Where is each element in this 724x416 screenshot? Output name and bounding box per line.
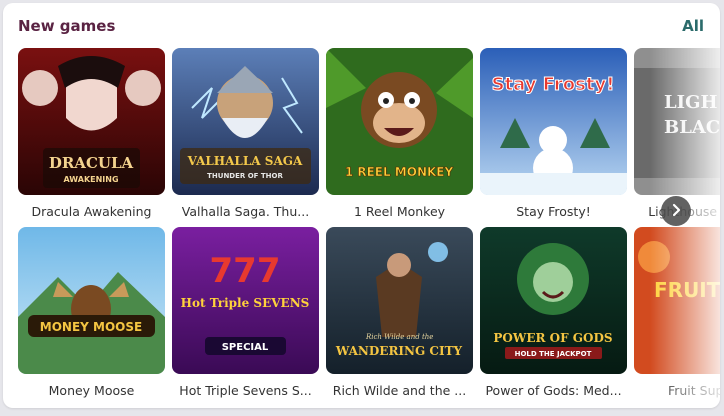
game-title: Money Moose [48,383,135,398]
game-thumbnail[interactable]: Stay Frosty! [480,48,627,195]
game-thumbnail[interactable]: LIGH BLAC [634,48,720,195]
svg-text:Stay Frosty!: Stay Frosty! [492,74,615,95]
game-title: Fruit Super... [667,383,720,398]
svg-text:WANDERING CITY: WANDERING CITY [335,344,463,358]
game-title: Hot Triple Sevens S... [179,383,312,398]
chevron-right-icon [669,202,683,221]
game-thumbnail[interactable]: Rich Wilde and the WANDERING CITY [326,227,473,374]
svg-text:777: 777 [210,251,281,291]
game-thumbnail[interactable]: POWER OF GODS HOLD THE JACKPOT [480,227,627,374]
svg-text:Hot Triple SEVENS: Hot Triple SEVENS [181,296,310,310]
game-title: Valhalla Saga. Thu... [181,204,310,219]
svg-text:POWER OF GODS: POWER OF GODS [493,331,612,345]
svg-text:LIGH: LIGH [664,92,717,113]
svg-text:1 REEL MONKEY: 1 REEL MONKEY [345,165,454,179]
svg-text:DRACULA: DRACULA [49,154,134,172]
game-thumbnail[interactable]: MONEY MOOSE [18,227,165,374]
game-tile-1-reel-monkey[interactable]: 1 REEL MONKEY 1 Reel Monkey [326,48,473,219]
section-title: New games [18,17,116,35]
game-tile-hot-triple-sevens[interactable]: 777 Hot Triple SEVENS SPECIAL Hot Triple… [172,227,319,398]
game-title: Dracula Awakening [31,204,152,219]
game-tile-lighthouse[interactable]: LIGH BLAC Lighthouse Black... [634,48,720,219]
svg-text:BLAC: BLAC [664,117,720,138]
svg-text:SPECIAL: SPECIAL [222,342,269,353]
game-title: 1 Reel Monkey [353,204,446,219]
svg-text:HOLD THE JACKPOT: HOLD THE JACKPOT [515,350,592,358]
game-tile-rich-wilde[interactable]: Rich Wilde and the WANDERING CITY Rich W… [326,227,473,398]
svg-text:FRUIT: FRUIT [654,278,720,302]
carousel-next-button[interactable] [661,196,691,226]
svg-text:AWAKENING: AWAKENING [63,175,118,184]
svg-text:VALHALLA SAGA: VALHALLA SAGA [187,154,303,168]
game-tile-fruit-super[interactable]: FRUIT Fruit Super... [634,227,720,398]
game-thumbnail[interactable]: DRACULA AWAKENING [18,48,165,195]
game-thumbnail[interactable]: 1 REEL MONKEY [326,48,473,195]
new-games-section: New games All DRACULA AWAKENING Dracula … [3,3,720,408]
svg-text:THUNDER OF THOR: THUNDER OF THOR [207,172,283,180]
game-thumbnail[interactable]: FRUIT [634,227,720,374]
svg-text:Rich Wilde and the: Rich Wilde and the [365,333,433,341]
game-tile-power-of-gods[interactable]: POWER OF GODS HOLD THE JACKPOT Power of … [480,227,627,398]
game-title: Rich Wilde and the ... [332,383,467,398]
game-tile-stay-frosty[interactable]: Stay Frosty! Stay Frosty! [480,48,627,219]
game-tile-valhalla-saga[interactable]: VALHALLA SAGA THUNDER OF THOR Valhalla S… [172,48,319,219]
game-title: Power of Gods: Med... [485,383,622,398]
game-thumbnail[interactable]: 777 Hot Triple SEVENS SPECIAL [172,227,319,374]
all-games-link[interactable]: All [682,17,704,35]
game-tile-dracula-awakening[interactable]: DRACULA AWAKENING Dracula Awakening [18,48,165,219]
svg-text:MONEY MOOSE: MONEY MOOSE [40,320,142,334]
game-tile-money-moose[interactable]: MONEY MOOSE Money Moose [18,227,165,398]
game-thumbnail[interactable]: VALHALLA SAGA THUNDER OF THOR [172,48,319,195]
game-title: Stay Frosty! [516,204,591,219]
